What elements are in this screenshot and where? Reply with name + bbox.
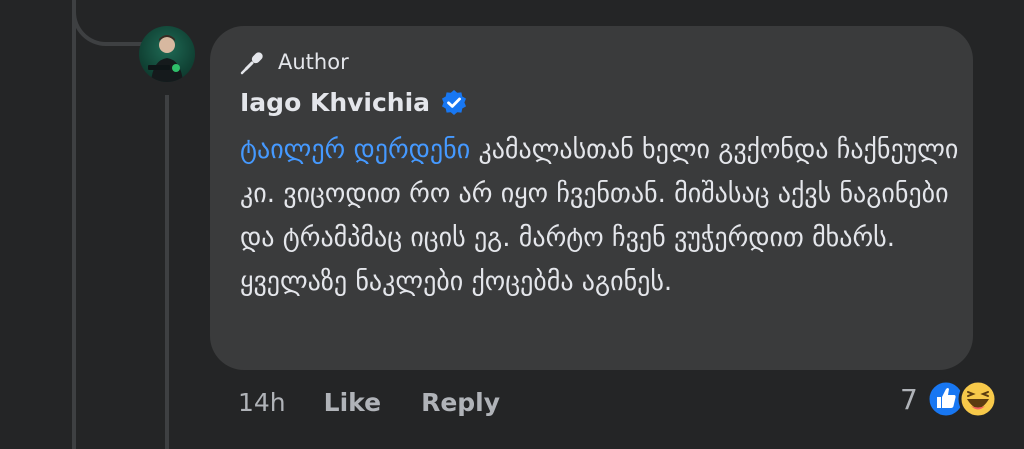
author-badge-label: Author (278, 50, 349, 74)
reply-button[interactable]: Reply (421, 388, 500, 417)
thread-connector-curve (72, 0, 142, 46)
comment-thread: Author Iago Khvichia ტაილერ დერდენი კამა… (0, 0, 1024, 449)
verified-badge-icon (440, 89, 468, 117)
avatar[interactable] (139, 26, 195, 82)
thread-line (72, 0, 76, 449)
comment-text: ტაილერ დერდენი კამალასთან ხელი გვქონდა ჩ… (240, 128, 960, 304)
haha-icon (958, 379, 998, 419)
author-name-row: Iago Khvichia (240, 88, 468, 117)
mention-link[interactable]: ტაილერ დერდენი (240, 135, 470, 165)
reaction-count: 7 (900, 382, 918, 416)
comment-bubble: Author Iago Khvichia ტაილერ დერდენი კამა… (210, 26, 973, 370)
timestamp[interactable]: 14h (238, 388, 286, 417)
like-button[interactable]: Like (324, 388, 381, 417)
comment-actions: 14h Like Reply (238, 382, 540, 422)
avatar-image (148, 35, 183, 82)
reply-thread-line (165, 95, 169, 449)
microphone-icon (240, 49, 266, 75)
author-badge: Author (240, 48, 349, 76)
author-name[interactable]: Iago Khvichia (240, 88, 430, 117)
reactions-summary[interactable]: 7 (900, 376, 998, 422)
